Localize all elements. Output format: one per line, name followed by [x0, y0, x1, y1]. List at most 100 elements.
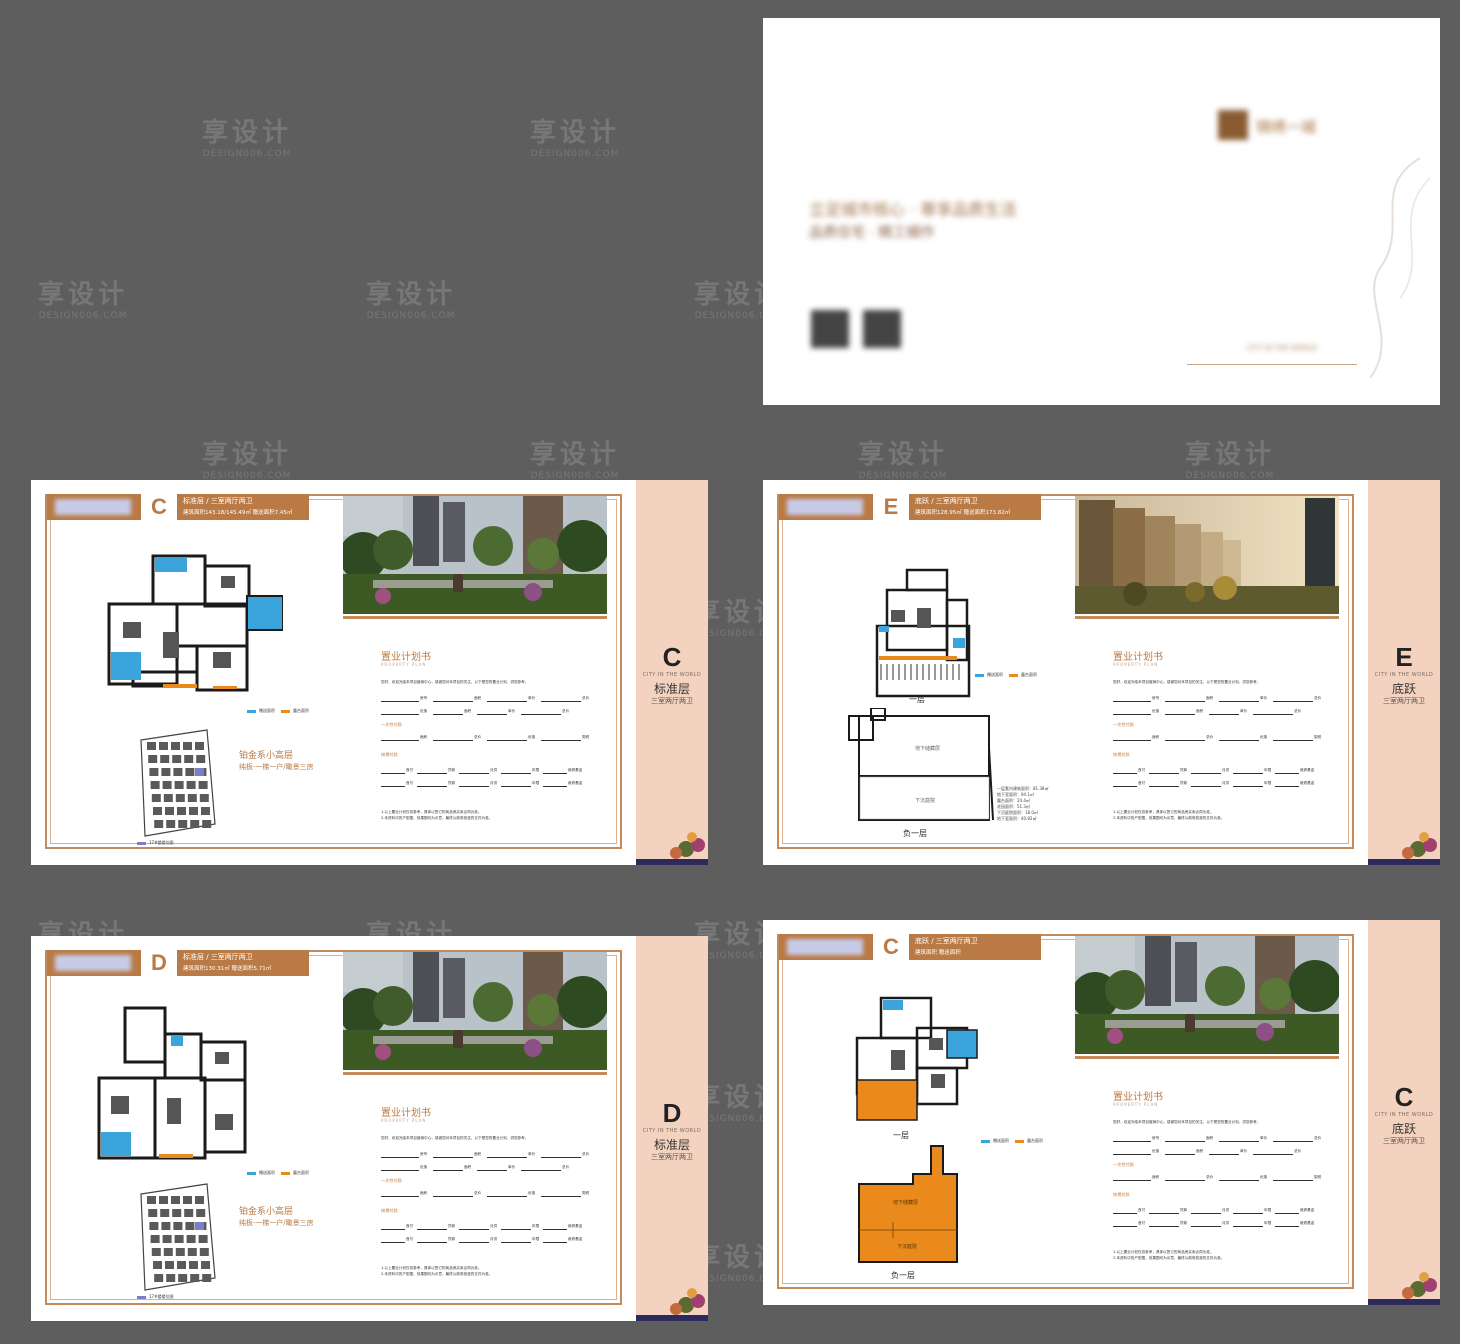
form-field-line[interactable] [1191, 786, 1221, 787]
form-field-line[interactable] [1209, 1154, 1239, 1155]
form-field-line[interactable] [381, 1157, 419, 1158]
side-tab-sub: CITY IN THE WORLD [1374, 672, 1434, 678]
form-field-line[interactable] [381, 773, 405, 774]
form-field-line[interactable] [1165, 1141, 1205, 1142]
form-field-line[interactable] [1113, 1154, 1151, 1155]
form-field-line[interactable] [433, 1196, 473, 1197]
form-field-label: 总价 [582, 1152, 590, 1156]
form-field-line[interactable] [1273, 1180, 1313, 1181]
form-field-line[interactable] [433, 1170, 463, 1171]
form-field-line[interactable] [1113, 1226, 1137, 1227]
form-field-line[interactable] [1149, 786, 1179, 787]
form-field-line[interactable] [417, 773, 447, 774]
form-field-line[interactable] [381, 701, 419, 702]
form-field-label: 首付 [1138, 768, 1146, 772]
form-field-line[interactable] [1253, 714, 1293, 715]
form-field-line[interactable] [477, 714, 507, 715]
form-field-line[interactable] [543, 1229, 567, 1230]
form-field-line[interactable] [1275, 1213, 1299, 1214]
form-field-line[interactable] [541, 701, 581, 702]
form-field-line[interactable] [1113, 1141, 1151, 1142]
form-field-line[interactable] [433, 1157, 473, 1158]
form-field-label: 年限 [1264, 1208, 1272, 1212]
form-field-label: 单价 [1260, 696, 1268, 700]
form-field-line[interactable] [459, 773, 489, 774]
cover-logo: 锦绣一城 [1218, 110, 1368, 140]
form-field-line[interactable] [381, 1229, 405, 1230]
form-field-label: 优惠 [528, 735, 536, 739]
form-field-line[interactable] [1165, 714, 1195, 715]
form-field-line[interactable] [1113, 740, 1151, 741]
form-field-line[interactable] [1275, 1226, 1299, 1227]
form-field-line[interactable] [1233, 1213, 1263, 1214]
form-field-line[interactable] [433, 714, 463, 715]
form-field-line[interactable] [1219, 1141, 1259, 1142]
form-field-line[interactable] [1273, 701, 1313, 702]
form-field-line[interactable] [1165, 1180, 1205, 1181]
form-field-line[interactable] [543, 1242, 567, 1243]
form-field-line[interactable] [541, 740, 581, 741]
form-field-line[interactable] [1113, 786, 1137, 787]
form-field-line[interactable] [1149, 1213, 1179, 1214]
form-field-line[interactable] [487, 740, 527, 741]
form-field-line[interactable] [1165, 740, 1205, 741]
form-field-line[interactable] [1149, 773, 1179, 774]
form-field-line[interactable] [1273, 1141, 1313, 1142]
form-field-line[interactable] [1165, 701, 1205, 702]
form-field-line[interactable] [417, 1242, 447, 1243]
form-field-line[interactable] [1219, 740, 1259, 741]
form-field-line[interactable] [1191, 773, 1221, 774]
form-field-line[interactable] [1275, 786, 1299, 787]
form-field-line[interactable] [521, 714, 561, 715]
form-field-line[interactable] [1273, 740, 1313, 741]
form-field-line[interactable] [1233, 786, 1263, 787]
form-field-line[interactable] [417, 786, 447, 787]
form-field-line[interactable] [501, 1229, 531, 1230]
form-field-line[interactable] [1209, 714, 1239, 715]
form-field-line[interactable] [1113, 701, 1151, 702]
watermark: 享设计DESIGN006.COM [530, 440, 621, 481]
form-field-line[interactable] [543, 773, 567, 774]
form-field-line[interactable] [381, 714, 419, 715]
form-field-line[interactable] [1191, 1213, 1221, 1214]
form-field-line[interactable] [381, 1242, 405, 1243]
form-field-line[interactable] [1219, 701, 1259, 702]
form-field-line[interactable] [381, 1196, 419, 1197]
form-field-line[interactable] [501, 786, 531, 787]
form-field-line[interactable] [541, 1157, 581, 1158]
form-field-line[interactable] [1113, 1213, 1137, 1214]
form-field-line[interactable] [433, 740, 473, 741]
form-field-line[interactable] [459, 786, 489, 787]
form-field-line[interactable] [459, 1242, 489, 1243]
form-field-line[interactable] [487, 701, 527, 702]
form-field-line[interactable] [541, 1196, 581, 1197]
form-field-line[interactable] [1191, 1226, 1221, 1227]
form-field-line[interactable] [1275, 773, 1299, 774]
form-field-line[interactable] [1233, 1226, 1263, 1227]
form-field-line[interactable] [1165, 1154, 1195, 1155]
form-field-line[interactable] [1219, 1180, 1259, 1181]
photo-underline [343, 616, 607, 619]
form-field-line[interactable] [459, 1229, 489, 1230]
form-field-line[interactable] [501, 773, 531, 774]
form-field-line[interactable] [1113, 714, 1151, 715]
form-field-line[interactable] [521, 1170, 561, 1171]
form-field-line[interactable] [1113, 773, 1137, 774]
form-field-label: 月供 [490, 1237, 498, 1241]
form-field-line[interactable] [1233, 773, 1263, 774]
form-field-label: 面积 [1206, 1136, 1214, 1140]
form-field-line[interactable] [1253, 1154, 1293, 1155]
form-field-line[interactable] [381, 786, 405, 787]
form-field-line[interactable] [487, 1196, 527, 1197]
form-field-line[interactable] [433, 701, 473, 702]
form-field-line[interactable] [417, 1229, 447, 1230]
floor-label: 一层 [893, 1131, 909, 1140]
form-field-line[interactable] [543, 786, 567, 787]
form-field-line[interactable] [381, 1170, 419, 1171]
form-field-line[interactable] [1149, 1226, 1179, 1227]
form-field-line[interactable] [501, 1242, 531, 1243]
form-field-line[interactable] [1113, 1180, 1151, 1181]
form-field-line[interactable] [477, 1170, 507, 1171]
form-field-line[interactable] [381, 740, 419, 741]
form-field-line[interactable] [487, 1157, 527, 1158]
